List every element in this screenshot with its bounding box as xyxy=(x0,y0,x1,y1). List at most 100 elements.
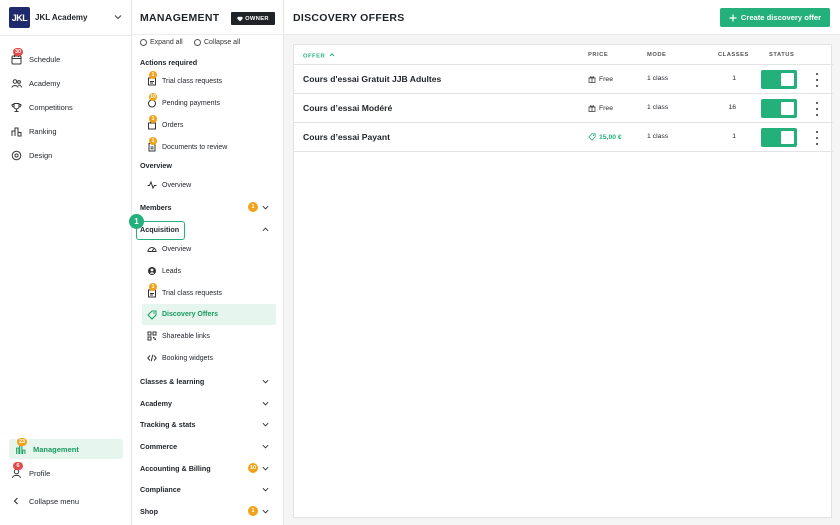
panel-item-shareable-links[interactable]: Shareable links xyxy=(146,326,210,346)
panel-item-acq-overview[interactable]: Overview xyxy=(146,239,191,259)
panel-item-orders[interactable]: 1 Orders xyxy=(146,114,183,135)
offer-mode: 1 class xyxy=(647,75,669,82)
toggle-knob xyxy=(781,73,794,86)
chevron-down-icon[interactable] xyxy=(262,443,269,450)
owner-badge: OWNER xyxy=(231,12,275,25)
chevron-down-icon[interactable] xyxy=(262,400,269,407)
pulse-icon xyxy=(146,180,157,191)
panel-title: MANAGEMENT xyxy=(140,12,220,24)
item-badge: 1 xyxy=(149,282,157,291)
panel-item-overview[interactable]: Overview xyxy=(146,175,191,195)
offer-name[interactable]: Cours d’essai Payant xyxy=(303,132,390,142)
item-badge: 10 xyxy=(149,92,157,101)
academy-logo: JKL xyxy=(9,7,30,28)
panel-item-trial-class-requests[interactable]: 1 Trial class requests xyxy=(146,70,222,91)
owner-label: OWNER xyxy=(245,15,269,22)
heart-icon xyxy=(237,16,243,21)
grid-chart-icon: 23 xyxy=(13,438,28,456)
trial-request-icon: 1 xyxy=(146,70,157,87)
page-title: DISCOVERY OFFERS xyxy=(293,12,405,24)
main-header: DISCOVERY OFFERS Create discovery offer xyxy=(284,0,840,35)
panel-item-documents-to-review[interactable]: 1 Documents to review xyxy=(146,136,227,157)
offer-name[interactable]: Cours d’essai Modéré xyxy=(303,103,392,113)
document-icon: 1 xyxy=(146,136,157,153)
section-commerce[interactable]: Commerce xyxy=(140,442,177,451)
nav-item-profile[interactable]: 6 Profile xyxy=(9,462,51,483)
section-accounting-billing[interactable]: Accounting & Billing xyxy=(140,464,211,473)
main-nav: JKL JKL Academy 30 Schedule Academy Comp… xyxy=(0,0,132,525)
nav-item-ranking[interactable]: Ranking xyxy=(9,121,57,141)
column-offer[interactable]: OFFER xyxy=(303,52,335,60)
collapse-menu-button[interactable]: Collapse menu xyxy=(9,491,79,511)
section-compliance[interactable]: Compliance xyxy=(140,485,181,494)
accounting-badge: 10 xyxy=(248,463,258,473)
nav-item-academy[interactable]: Academy xyxy=(9,73,60,93)
chevron-down-icon[interactable] xyxy=(262,204,269,211)
offer-classes: 1 xyxy=(732,75,736,82)
chevron-down-icon[interactable] xyxy=(262,486,269,493)
status-toggle[interactable] xyxy=(761,128,797,147)
section-shop[interactable]: Shop xyxy=(140,507,158,516)
offer-mode: 1 class xyxy=(647,133,669,140)
panel-item-leads[interactable]: Leads xyxy=(146,261,181,281)
chevron-down-icon[interactable] xyxy=(262,508,269,515)
expand-all-button[interactable]: Expand all xyxy=(140,39,183,46)
brand-switcher[interactable]: JKL JKL Academy xyxy=(0,0,131,36)
panel-item-booking-widgets[interactable]: Booking widgets xyxy=(146,348,213,368)
nav-item-management[interactable]: 23 Management xyxy=(9,438,123,459)
create-discovery-offer-button[interactable]: Create discovery offer xyxy=(720,8,830,27)
offer-name[interactable]: Cours d'essai Gratuit JJB Adultes xyxy=(303,74,441,84)
item-label: Overview xyxy=(162,245,192,253)
section-tracking-stats[interactable]: Tracking & stats xyxy=(140,420,196,429)
chevron-down-icon[interactable] xyxy=(262,421,269,428)
nav-item-design[interactable]: Design xyxy=(9,145,52,165)
step-marker: 1 xyxy=(129,214,144,229)
podium-icon xyxy=(9,124,23,138)
gift-icon xyxy=(588,105,596,112)
people-icon xyxy=(9,76,23,90)
create-button-label: Create discovery offer xyxy=(740,13,822,22)
column-price[interactable]: PRICE xyxy=(588,52,608,58)
more-options-icon[interactable] xyxy=(814,102,820,116)
nav-item-competitions[interactable]: Competitions xyxy=(9,97,73,117)
status-toggle[interactable] xyxy=(761,70,797,89)
more-options-icon[interactable] xyxy=(814,131,820,145)
nav-label-academy: Academy xyxy=(29,78,61,88)
offer-classes: 1 xyxy=(732,133,736,140)
chevron-down-icon[interactable] xyxy=(262,378,269,385)
divider xyxy=(132,34,284,35)
panel-item-pending-payments[interactable]: 10 Pending payments xyxy=(146,92,220,113)
nav-item-schedule[interactable]: 30 Schedule xyxy=(9,48,60,69)
expand-all-label: Expand all xyxy=(150,39,183,46)
nav-label-competitions: Competitions xyxy=(29,102,73,112)
collapse-menu-label: Collapse menu xyxy=(29,496,80,506)
members-badge: 1 xyxy=(248,202,258,212)
toggle-knob xyxy=(781,131,794,144)
item-label: Pending payments xyxy=(162,99,220,107)
column-classes[interactable]: CLASSES xyxy=(718,52,749,58)
expand-icon xyxy=(140,39,147,46)
section-academy[interactable]: Academy xyxy=(140,399,172,408)
status-toggle[interactable] xyxy=(761,99,797,118)
tag-icon xyxy=(146,309,157,320)
item-label: Overview xyxy=(162,181,192,189)
section-members[interactable]: Members xyxy=(140,203,172,212)
panel-item-discovery-offers[interactable]: Discovery Offers xyxy=(142,304,276,325)
item-badge: 1 xyxy=(149,136,157,145)
tag-icon xyxy=(588,133,596,141)
column-offer-label: OFFER xyxy=(303,53,326,60)
column-mode[interactable]: MODE xyxy=(647,52,666,58)
chevron-down-icon[interactable] xyxy=(262,465,269,472)
chevron-up-icon[interactable] xyxy=(262,226,269,233)
panel-item-acq-trial-class-requests[interactable]: 1 Trial class requests xyxy=(146,282,222,303)
management-panel: MANAGEMENT OWNER Expand all Collapse all… xyxy=(132,0,284,525)
nav-label-profile: Profile xyxy=(29,468,51,478)
table-row[interactable]: Cours d’essai Payant 15,00 € 1 class 1 xyxy=(294,123,833,152)
gift-icon xyxy=(588,76,596,83)
table-row[interactable]: Cours d’essai Modéré Free 1 class 16 xyxy=(294,94,833,123)
more-options-icon[interactable] xyxy=(814,73,820,87)
collapse-all-button[interactable]: Collapse all xyxy=(194,39,240,46)
table-row[interactable]: Cours d'essai Gratuit JJB Adultes Free 1… xyxy=(294,65,833,94)
section-actions-required: Actions required xyxy=(140,58,198,67)
section-classes-learning[interactable]: Classes & learning xyxy=(140,377,204,386)
